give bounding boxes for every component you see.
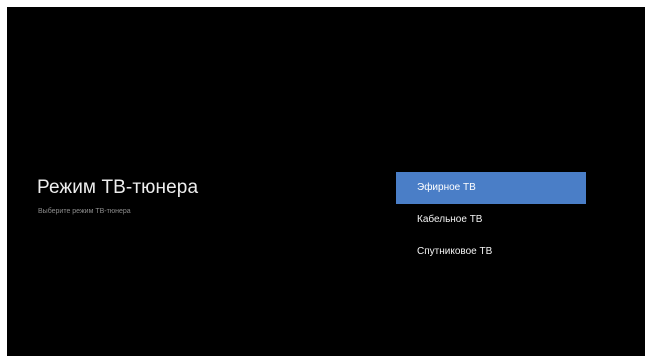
tuner-mode-menu: Эфирное ТВ Кабельное ТВ Спутниковое ТВ xyxy=(396,172,586,268)
page-title: Режим ТВ-тюнера xyxy=(37,177,199,198)
menu-item-label: Эфирное ТВ xyxy=(417,182,476,193)
page-subtitle: Выберите режим ТВ-тюнера xyxy=(38,208,131,215)
menu-item-antenna-tv[interactable]: Эфирное ТВ xyxy=(396,172,586,204)
menu-item-satellite-tv[interactable]: Спутниковое ТВ xyxy=(396,236,586,268)
menu-item-label: Спутниковое ТВ xyxy=(417,246,493,257)
tv-tuner-mode-screen: Режим ТВ-тюнера Выберите режим ТВ-тюнера… xyxy=(7,7,645,356)
menu-item-label: Кабельное ТВ xyxy=(417,214,483,225)
menu-item-cable-tv[interactable]: Кабельное ТВ xyxy=(396,204,586,236)
